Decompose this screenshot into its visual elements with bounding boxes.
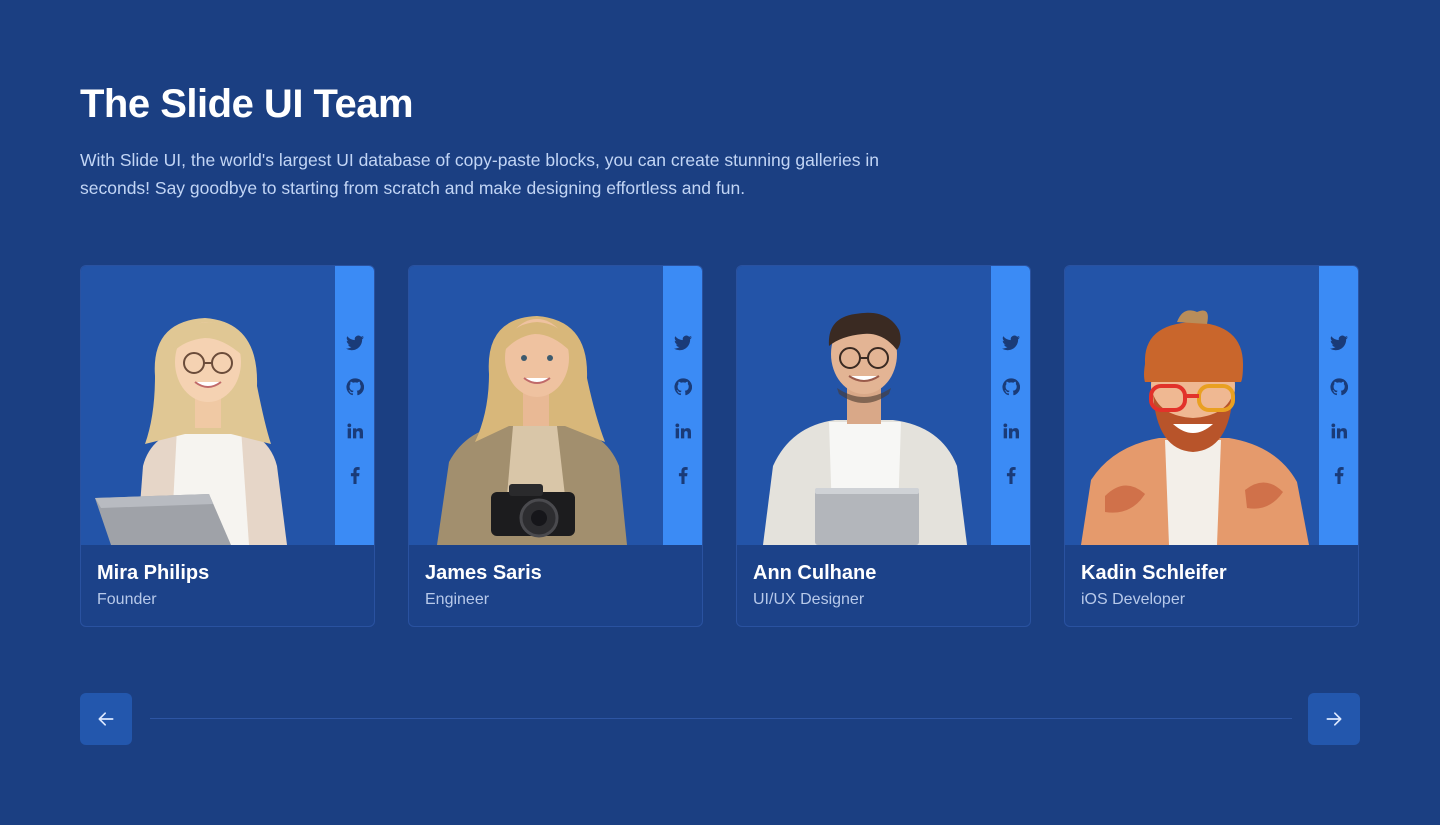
- github-icon[interactable]: [1326, 374, 1352, 400]
- card-body: Mira Philips Founder: [81, 545, 374, 609]
- card-body: Kadin Schleifer iOS Developer: [1065, 545, 1358, 609]
- member-role: UI/UX Designer: [753, 591, 865, 608]
- team-card: Ann Culhane UI/UX Designer: [736, 265, 1031, 627]
- linkedin-icon[interactable]: [998, 418, 1024, 444]
- member-role: iOS Developer: [1081, 591, 1186, 608]
- linkedin-icon[interactable]: [1326, 418, 1352, 444]
- github-icon[interactable]: [670, 374, 696, 400]
- section-title: The Slide UI Team: [80, 82, 414, 126]
- card-media: [81, 266, 374, 545]
- arrow-right-icon: [1326, 712, 1342, 726]
- linkedin-icon[interactable]: [670, 418, 696, 444]
- card-body: James Saris Engineer: [409, 545, 702, 609]
- facebook-icon[interactable]: [670, 462, 696, 488]
- carousel-track: [150, 718, 1292, 719]
- facebook-icon[interactable]: [342, 462, 368, 488]
- facebook-icon[interactable]: [998, 462, 1024, 488]
- social-bar: [991, 266, 1030, 545]
- member-name: Mira Philips: [97, 562, 210, 584]
- card-media: [1065, 266, 1358, 545]
- team-carousel: Mira Philips Founder James Saris Enginee…: [80, 265, 1359, 627]
- twitter-icon[interactable]: [1326, 330, 1352, 356]
- carousel-prev-button[interactable]: [80, 693, 132, 745]
- social-bar: [663, 266, 702, 545]
- github-icon[interactable]: [998, 374, 1024, 400]
- portrait-photo: [95, 318, 287, 545]
- team-card: James Saris Engineer: [408, 265, 703, 627]
- portrait-photo: [763, 312, 967, 545]
- section-description: With Slide UI, the world's largest UI da…: [80, 150, 880, 198]
- card-media: [737, 266, 1030, 545]
- member-name: Ann Culhane: [753, 562, 877, 584]
- twitter-icon[interactable]: [670, 330, 696, 356]
- carousel-next-button[interactable]: [1308, 693, 1360, 745]
- team-card: Kadin Schleifer iOS Developer: [1064, 265, 1359, 627]
- team-section: The Slide UI Team With Slide UI, the wor…: [0, 0, 1440, 825]
- card-media: [409, 266, 702, 545]
- card-body: Ann Culhane UI/UX Designer: [737, 545, 1030, 609]
- member-name: Kadin Schleifer: [1081, 562, 1227, 584]
- facebook-icon[interactable]: [1326, 462, 1352, 488]
- social-bar: [1319, 266, 1358, 545]
- arrow-left-icon: [98, 712, 114, 726]
- portrait-photo: [1081, 310, 1309, 545]
- team-card: Mira Philips Founder: [80, 265, 375, 627]
- social-bar: [335, 266, 374, 545]
- twitter-icon[interactable]: [342, 330, 368, 356]
- member-role: Founder: [97, 591, 157, 608]
- member-name: James Saris: [425, 562, 542, 584]
- twitter-icon[interactable]: [998, 330, 1024, 356]
- linkedin-icon[interactable]: [342, 418, 368, 444]
- github-icon[interactable]: [342, 374, 368, 400]
- portrait-photo: [437, 316, 627, 545]
- member-role: Engineer: [425, 591, 490, 608]
